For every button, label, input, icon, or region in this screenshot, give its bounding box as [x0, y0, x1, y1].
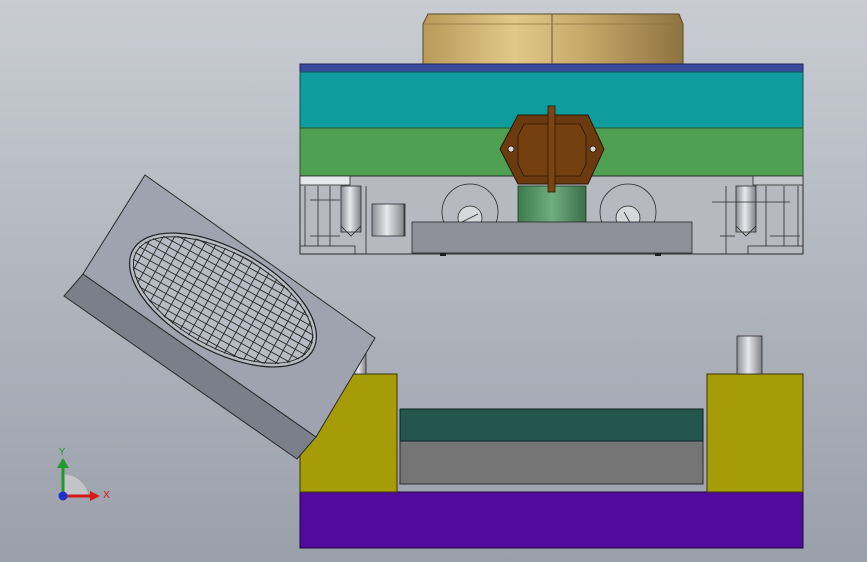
lower-right-yellow-block[interactable] — [706, 373, 804, 493]
lower-right-pin[interactable] — [736, 335, 763, 375]
lower-grey-slab[interactable] — [399, 440, 704, 485]
lower-purple-base[interactable] — [299, 491, 804, 549]
ring-part[interactable] — [499, 105, 605, 193]
ring-part-bolt — [547, 105, 556, 193]
x-axis-label: X — [103, 490, 110, 501]
x-axis-arrow-icon — [90, 491, 100, 501]
upper-top-plate[interactable] — [299, 63, 804, 73]
z-axis-icon — [58, 491, 68, 501]
y-axis-label: Y — [58, 447, 66, 458]
cad-viewport[interactable]: Y X — [0, 0, 867, 562]
triad-arc — [62, 473, 90, 497]
upper-left-insert — [299, 175, 351, 186]
ring-part-hole-right — [589, 145, 597, 153]
coordinate-triad: Y X — [57, 447, 110, 501]
left-ejector-cylinder[interactable] — [371, 203, 406, 237]
ring-part-hole-left — [507, 145, 515, 153]
punch-plate-foot-right — [655, 253, 661, 256]
y-axis-arrow-icon — [57, 458, 69, 468]
right-guide-pin[interactable] — [735, 185, 757, 233]
punch-plate-foot-left — [440, 253, 446, 256]
upper-die-assembly[interactable] — [299, 13, 804, 256]
upper-punch-plate[interactable] — [411, 221, 693, 254]
lower-die-assembly[interactable] — [299, 335, 804, 549]
upper-cap-part[interactable] — [422, 13, 684, 65]
lower-dark-slab[interactable] — [399, 408, 704, 442]
left-guide-pin[interactable] — [340, 185, 362, 233]
upper-right-insert — [752, 175, 804, 186]
